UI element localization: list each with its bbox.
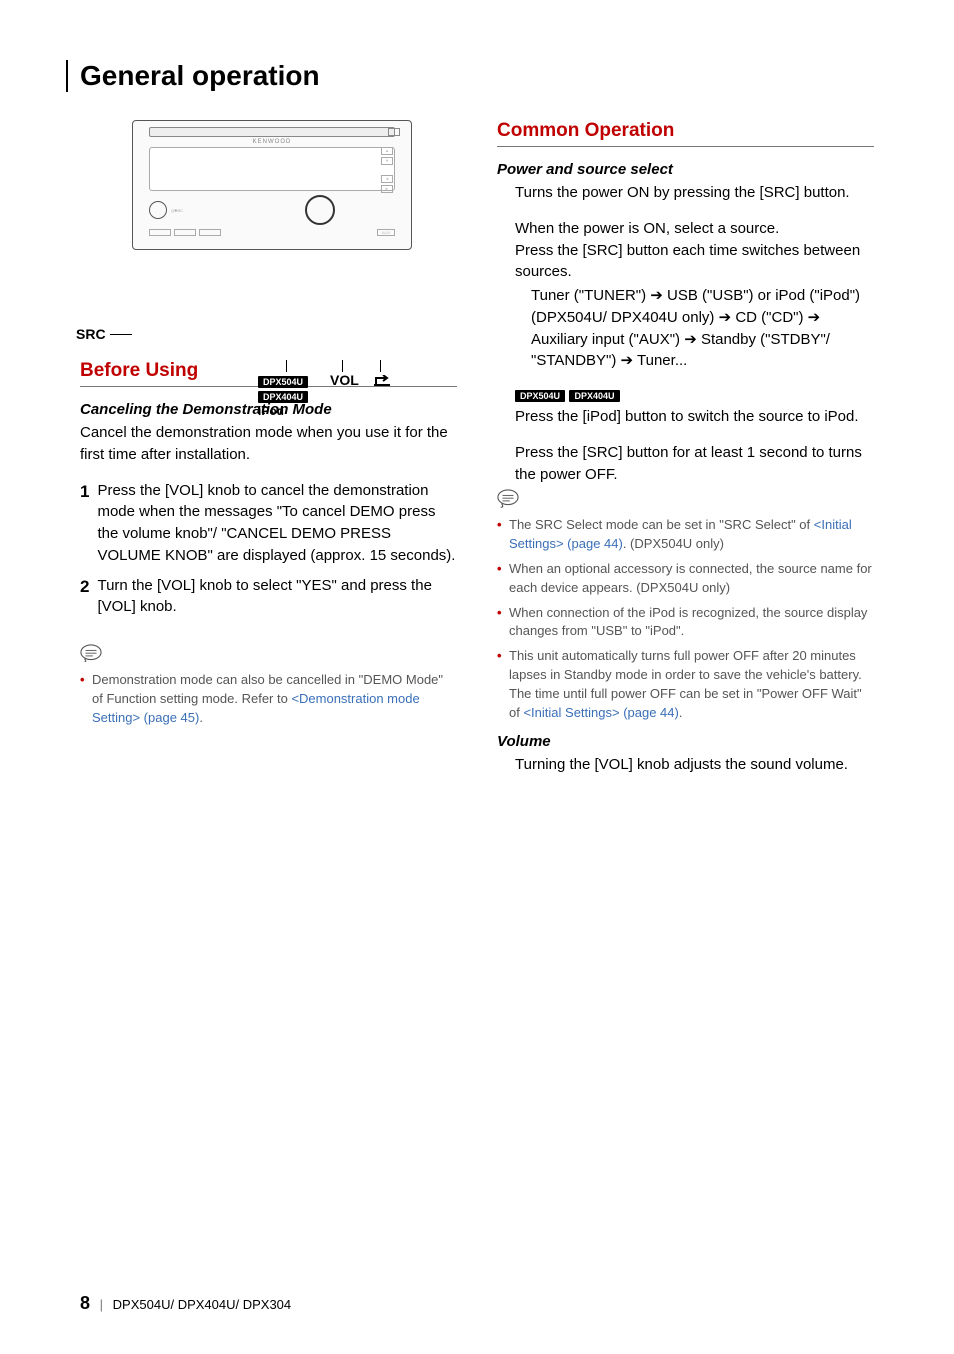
leader-line (286, 360, 287, 372)
model-tag: DPX504U (258, 376, 308, 388)
ipod-switch-text: Press the [iPod] button to switch the so… (515, 406, 874, 428)
source-sequence: Tuner ("TUNER") ➔ USB ("USB") or iPod ("… (531, 285, 874, 372)
power-source-heading: Power and source select (497, 161, 874, 178)
src-leader-line (110, 334, 132, 335)
step-number: 2 (80, 575, 89, 619)
link-initial-settings[interactable]: <Initial Settings> (page 44) (523, 705, 678, 720)
note-icon (497, 489, 519, 507)
model-tag: DPX404U (258, 391, 308, 403)
power-off-text: Press the [SRC] button for at least 1 se… (515, 442, 874, 486)
note-item: When connection of the iPod is recognize… (497, 604, 874, 642)
back-icon (374, 375, 390, 392)
note-list: Demonstration mode can also be cancelled… (80, 671, 457, 728)
note-icon (80, 644, 102, 662)
ipod-label: iPod (258, 404, 284, 418)
page-number: 8 (80, 1293, 90, 1313)
note-item: The SRC Select mode can be set in "SRC S… (497, 516, 874, 554)
power-p2: When the power is ON, select a source. P… (515, 218, 874, 283)
figure-src-label: SRC (76, 326, 106, 342)
step-text: Turn the [VOL] knob to select "YES" and … (97, 575, 457, 619)
note-list: The SRC Select mode can be set in "SRC S… (497, 516, 874, 722)
leader-line (342, 360, 343, 372)
cancel-demo-intro: Cancel the demonstration mode when you u… (80, 422, 457, 466)
note-item: This unit automatically turns full power… (497, 647, 874, 722)
common-operation-heading: Common Operation (497, 120, 874, 147)
device-illustration: KENWOOD ▲▼ ◄► Q✱BC AU (98, 120, 428, 250)
step-1: 1 Press the [VOL] knob to cancel the dem… (80, 480, 457, 567)
volume-body: Turning the [VOL] knob adjusts the sound… (515, 754, 874, 776)
page-footer: 8 | DPX504U/ DPX404U/ DPX304 (80, 1293, 291, 1314)
note-item: When an optional accessory is connected,… (497, 560, 874, 598)
footer-models: DPX504U/ DPX404U/ DPX304 (113, 1297, 291, 1312)
power-p1: Turns the power ON by pressing the [SRC]… (515, 182, 874, 204)
figure-vol-label: VOL (330, 372, 359, 388)
model-badges: DPX504U DPX404U (515, 386, 874, 404)
leader-line (380, 360, 381, 372)
model-tag: DPX504U (515, 390, 565, 402)
aux-label: AUX (377, 229, 395, 236)
step-2: 2 Turn the [VOL] knob to select "YES" an… (80, 575, 457, 619)
volume-heading: Volume (497, 733, 874, 750)
note-item: Demonstration mode can also be cancelled… (80, 671, 457, 728)
page-title: General operation (66, 60, 874, 92)
step-text: Press the [VOL] knob to cancel the demon… (97, 480, 457, 567)
model-tag: DPX404U (569, 390, 619, 402)
brand-label: KENWOOD (149, 139, 395, 145)
step-number: 1 (80, 480, 89, 567)
figure-callouts: DPX504U DPX404U iPod (258, 374, 308, 418)
